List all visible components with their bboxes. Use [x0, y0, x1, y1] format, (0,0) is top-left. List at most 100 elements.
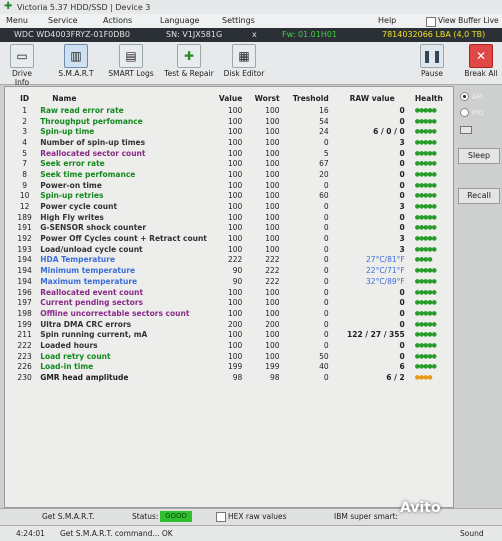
break-all-button[interactable]: ✕ Break All: [464, 44, 498, 78]
radio-dot-icon: [460, 92, 469, 101]
cell-health: ●●●●●: [414, 267, 437, 275]
drive-serial: SN: V1JX581G: [166, 30, 223, 39]
table-row[interactable]: 12 Power cycle count 100 100 0 3 ●●●●●: [11, 201, 453, 212]
recall-button[interactable]: Recall: [458, 188, 500, 204]
test-repair-button[interactable]: ✚ Test & Repair: [162, 44, 216, 78]
table-row[interactable]: 198 Offline uncorrectable sectors count 10…: [11, 308, 453, 319]
cell-value: 100: [227, 244, 243, 254]
cell-thr: 0: [323, 266, 329, 276]
cell-worst: 100: [265, 308, 280, 318]
cell-worst: 100: [265, 223, 280, 233]
get-smart-button[interactable]: Get S.M.A.R.T.: [42, 512, 95, 521]
cell-worst: 222: [265, 255, 280, 265]
cell-id: 223: [17, 351, 32, 361]
cell-id: 10: [19, 191, 30, 201]
cell-raw: 0: [399, 148, 405, 158]
cell-id: 194: [17, 276, 32, 286]
table-row[interactable]: 7 Seek error rate 100 100 67 0 ●●●●●: [11, 158, 453, 169]
cell-id: 199: [17, 319, 32, 329]
table-row[interactable]: 199 Ultra DMA CRC errors 200 200 0 0 ●●●●●: [11, 319, 453, 330]
table-row[interactable]: 194 Maximum temperature 90 222 0 32°C/89°F ●●●…: [11, 276, 453, 287]
cell-value: 222: [227, 255, 243, 265]
table-row[interactable]: 196 Reallocated event count 100 100 0 0 ●●●●●: [11, 287, 453, 298]
hex-checkbox[interactable]: [216, 512, 226, 522]
buffer-checkbox[interactable]: [426, 17, 436, 27]
cell-health: ●●●●: [414, 256, 433, 264]
table-row[interactable]: 8 Seek time perfomance 100 100 20 0 ●●●●●: [11, 169, 453, 180]
drive-close-button[interactable]: x: [252, 30, 257, 39]
table-row[interactable]: 194 HDA Temperature 222 222 0 27°C/81°F ●●●●: [11, 255, 453, 266]
table-row[interactable]: 9 Power-on time 100 100 0 0 ●●●●●: [11, 180, 453, 191]
table-row[interactable]: 222 Loaded hours 100 100 0 0 ●●●●●: [11, 340, 453, 351]
cell-thr: 16: [319, 105, 329, 115]
menu-actions[interactable]: Actions: [103, 16, 132, 25]
smart-logs-button[interactable]: ▤ SMART Logs: [106, 44, 156, 78]
table-row[interactable]: 1 Raw read error rate 100 100 16 0 ●●●●●: [11, 105, 453, 116]
cell-name: Seek error rate: [40, 159, 105, 169]
cell-id: 222: [17, 340, 32, 350]
table-row[interactable]: 10 Spin-up retries 100 100 60 0 ●●●●●: [11, 191, 453, 202]
cell-id: 194: [17, 255, 32, 265]
menu-help[interactable]: Help: [378, 16, 396, 25]
table-row[interactable]: 5 Reallocated sector count 100 100 5 0 ●●●●●: [11, 148, 453, 159]
menu-language[interactable]: Language: [160, 16, 199, 25]
col-raw[interactable]: RAW value: [329, 91, 405, 105]
cell-raw: 0: [399, 351, 405, 361]
cell-raw: 0: [399, 180, 405, 190]
col-worst[interactable]: Worst: [242, 91, 280, 105]
cell-name: HDA Temperature: [40, 255, 116, 265]
smart-table-body: 1 Raw read error rate 100 100 16 0 ●●●●● 2 Throu…: [11, 105, 453, 383]
col-threshold[interactable]: Treshold: [280, 91, 329, 105]
cell-raw: 6: [399, 362, 405, 372]
cell-name: Raw read error rate: [40, 105, 124, 115]
smart-logs-label: SMART Logs: [108, 69, 154, 78]
indicator-box: [460, 126, 472, 134]
col-id[interactable]: ID: [11, 91, 38, 105]
cell-health: ●●●●: [414, 374, 433, 382]
sleep-button[interactable]: Sleep: [458, 148, 500, 164]
cell-value: 98: [232, 373, 243, 383]
cell-health: ●●●●●: [414, 235, 437, 243]
table-row[interactable]: 4 Number of spin-up times 100 100 0 3 ●●●●●: [11, 137, 453, 148]
col-value[interactable]: Value: [207, 91, 242, 105]
pause-button[interactable]: ❚❚ Pause: [418, 44, 446, 78]
api-radio[interactable]: API: [460, 92, 483, 101]
table-row[interactable]: 211 Spin running current, mA 100 100 0 122 / …: [11, 329, 453, 340]
cell-value: 100: [227, 212, 243, 222]
sound-label[interactable]: Sound: [460, 529, 484, 538]
drive-info-button[interactable]: ▭ Drive Info: [4, 44, 40, 87]
cell-value: 100: [227, 105, 243, 115]
cell-name: Seek time perfomance: [40, 169, 136, 179]
cell-thr: 0: [323, 340, 329, 350]
table-row[interactable]: 3 Spin-up time 100 100 24 6 / 0 / 0 ●●●●●: [11, 126, 453, 137]
table-row[interactable]: 197 Current pending sectors 100 100 0 0 ●●●●●: [11, 297, 453, 308]
cell-name: Loaded hours: [40, 340, 98, 350]
cell-thr: 24: [319, 127, 329, 137]
table-row[interactable]: 191 G-SENSOR shock counter 100 100 0 0 ●●●●●: [11, 223, 453, 234]
menu-menu[interactable]: Menu: [6, 16, 28, 25]
table-row[interactable]: 194 Minimum temperature 90 222 0 22°C/71°F ●●●…: [11, 265, 453, 276]
cell-value: 100: [227, 191, 243, 201]
cell-thr: 60: [319, 191, 329, 201]
menu-service[interactable]: Service: [48, 16, 78, 25]
cell-value: 100: [227, 148, 243, 158]
menu-settings[interactable]: Settings: [222, 16, 255, 25]
table-row[interactable]: 226 Load-in time 199 199 40 6 ●●●●●: [11, 362, 453, 373]
cell-id: 194: [17, 266, 32, 276]
disk-editor-button[interactable]: ▦ Disk Editor: [222, 44, 266, 78]
col-health[interactable]: Health: [405, 91, 453, 105]
table-row[interactable]: 223 Load retry count 100 100 50 0 ●●●●●: [11, 351, 453, 362]
col-name[interactable]: Name: [38, 91, 207, 105]
cell-thr: 0: [323, 202, 329, 212]
smart-button[interactable]: ▥ S.M.A.R.T: [56, 44, 96, 78]
cell-id: 5: [22, 148, 27, 158]
table-row[interactable]: 193 Load/unload cycle count 100 100 0 3 ●●●●●: [11, 244, 453, 255]
table-row[interactable]: 2 Throughput perfomance 100 100 54 0 ●●●●●: [11, 116, 453, 127]
pio-radio[interactable]: PIO: [460, 108, 484, 117]
table-row[interactable]: 230 GMR head amplitude 98 98 0 6 / 2 ●●●●: [11, 372, 453, 383]
table-row[interactable]: 192 Power Off Cycles count + Retract coun…: [11, 233, 453, 244]
cell-raw: 0: [399, 191, 405, 201]
cell-raw: 0: [399, 105, 405, 115]
cell-health: ●●●●●: [414, 320, 437, 328]
table-row[interactable]: 189 High Fly writes 100 100 0 0 ●●●●●: [11, 212, 453, 223]
